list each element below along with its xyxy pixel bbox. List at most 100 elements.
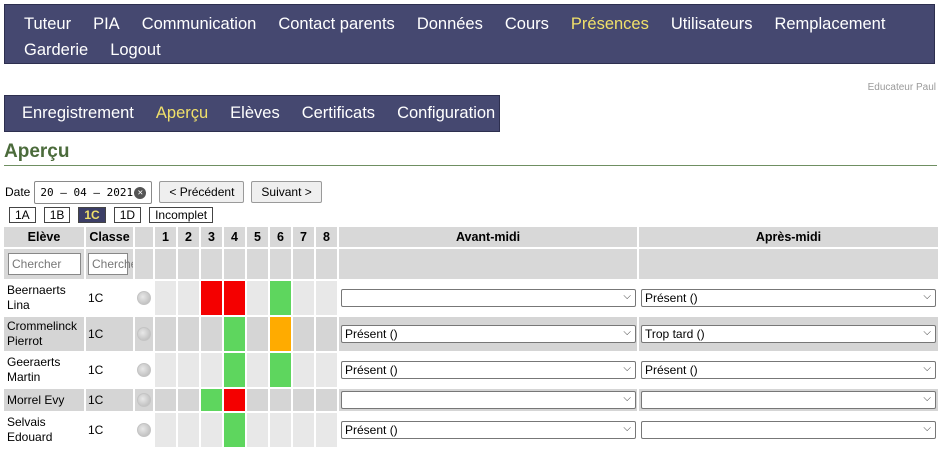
nav-item-presences[interactable]: Présences: [571, 15, 649, 34]
period-header: 4: [224, 227, 247, 249]
period-cell[interactable]: [224, 389, 247, 413]
date-input[interactable]: 20 – 04 – 2021 ✕: [34, 180, 153, 204]
nav-item-cours[interactable]: Cours: [505, 15, 549, 34]
morning-status-select[interactable]: Présent () ⌵: [341, 325, 636, 343]
period-cell[interactable]: [224, 353, 247, 389]
period-cell[interactable]: [247, 389, 270, 413]
nav-item-tuteur[interactable]: Tuteur: [24, 15, 71, 34]
afternoon-status-select[interactable]: Présent () ⌵: [641, 361, 936, 379]
period-cell[interactable]: [155, 389, 178, 413]
afternoon-status-select[interactable]: Trop tard () ⌵: [641, 325, 936, 343]
status-dot-icon[interactable]: [137, 423, 151, 437]
table-row: Beernaerts Lina 1C ⌵ Présent () ⌵: [4, 281, 940, 317]
nav-item-logout[interactable]: Logout: [110, 41, 160, 60]
chevron-down-icon: ⌵: [623, 327, 631, 338]
subnav-item-certificats[interactable]: Certificats: [302, 104, 375, 123]
nav-item-garderie[interactable]: Garderie: [24, 41, 88, 60]
period-cell[interactable]: [178, 389, 201, 413]
period-cell[interactable]: [293, 413, 316, 449]
morning-status-select[interactable]: Présent () ⌵: [341, 421, 636, 439]
clear-date-icon[interactable]: ✕: [134, 186, 147, 199]
status-cell: [135, 317, 155, 353]
subnav-item-eleves[interactable]: Elèves: [230, 104, 280, 123]
class-filter-1d[interactable]: 1D: [113, 207, 142, 223]
previous-day-button[interactable]: < Précédent: [159, 181, 245, 203]
student-name[interactable]: Crommelinck Pierrot: [4, 317, 86, 353]
class-search-input[interactable]: Chercher: [88, 253, 133, 275]
period-cell[interactable]: [316, 281, 339, 317]
period-cell[interactable]: [247, 413, 270, 449]
afternoon-status-select[interactable]: ⌵: [641, 391, 936, 409]
nav-item-donnees[interactable]: Données: [417, 15, 483, 34]
morning-cell: Présent () ⌵: [339, 413, 639, 449]
period-cell[interactable]: [293, 281, 316, 317]
subnav-item-enregistrement[interactable]: Enregistrement: [22, 104, 134, 123]
chevron-down-icon: ⌵: [923, 291, 931, 302]
afternoon-status-select[interactable]: Présent () ⌵: [641, 289, 936, 307]
chevron-down-icon: ⌵: [623, 393, 631, 404]
period-cell[interactable]: [178, 353, 201, 389]
subnav-item-configuration[interactable]: Configuration: [397, 104, 495, 123]
morning-status-select[interactable]: ⌵: [341, 391, 636, 409]
period-cell[interactable]: [316, 413, 339, 449]
nav-item-communication[interactable]: Communication: [142, 15, 257, 34]
period-cell[interactable]: [201, 413, 224, 449]
nav-item-pia[interactable]: PIA: [93, 15, 120, 34]
status-dot-icon[interactable]: [137, 363, 151, 377]
period-cell[interactable]: [270, 389, 293, 413]
period-cell[interactable]: [293, 353, 316, 389]
period-cell[interactable]: [270, 413, 293, 449]
class-column-header[interactable]: Classe: [86, 227, 135, 249]
status-dot-icon[interactable]: [137, 291, 151, 305]
student-search-input[interactable]: Chercher: [8, 253, 81, 275]
period-cell[interactable]: [155, 317, 178, 353]
period-cell[interactable]: [270, 353, 293, 389]
afternoon-status-select[interactable]: ⌵: [641, 421, 936, 439]
class-filter-incomplet[interactable]: Incomplet: [149, 207, 214, 223]
period-cell[interactable]: [155, 353, 178, 389]
period-cell[interactable]: [178, 317, 201, 353]
period-cell[interactable]: [247, 317, 270, 353]
period-cell[interactable]: [224, 317, 247, 353]
status-dot-icon[interactable]: [137, 327, 151, 341]
period-cell[interactable]: [247, 281, 270, 317]
student-name[interactable]: Selvais Edouard: [4, 413, 86, 449]
period-cell[interactable]: [224, 281, 247, 317]
period-cell[interactable]: [270, 281, 293, 317]
student-column-header[interactable]: Elève: [4, 227, 86, 249]
period-cell[interactable]: [201, 389, 224, 413]
filter-row: Chercher Chercher: [4, 249, 940, 281]
morning-status-select[interactable]: Présent () ⌵: [341, 361, 636, 379]
period-cell[interactable]: [293, 317, 316, 353]
next-day-button[interactable]: Suivant >: [251, 181, 322, 203]
class-filter-1b[interactable]: 1B: [43, 207, 71, 223]
period-cell[interactable]: [155, 413, 178, 449]
class-filter-1a[interactable]: 1A: [9, 207, 36, 223]
subnav-item-apercu[interactable]: Aperçu: [156, 104, 208, 123]
nav-item-utilisateurs[interactable]: Utilisateurs: [671, 15, 753, 34]
class-filter-1c[interactable]: 1C: [78, 207, 106, 223]
period-cell[interactable]: [316, 353, 339, 389]
period-header: 3: [201, 227, 224, 249]
period-cell[interactable]: [224, 413, 247, 449]
period-cell[interactable]: [293, 389, 316, 413]
period-cell[interactable]: [201, 353, 224, 389]
period-cell[interactable]: [201, 317, 224, 353]
period-cell[interactable]: [178, 413, 201, 449]
student-name[interactable]: Beernaerts Lina: [4, 281, 86, 317]
period-cell[interactable]: [178, 281, 201, 317]
nav-item-remplacement[interactable]: Remplacement: [774, 15, 885, 34]
table-header-row: Elève Classe 1 2 3 4 5 6 7 8 Avant-midi …: [4, 227, 940, 249]
select-value: Trop tard (): [645, 327, 705, 341]
period-cell[interactable]: [316, 389, 339, 413]
student-name[interactable]: Geeraerts Martin: [4, 353, 86, 389]
period-cell[interactable]: [316, 317, 339, 353]
period-cell[interactable]: [247, 353, 270, 389]
student-name[interactable]: Morrel Evy: [4, 389, 86, 413]
period-cell[interactable]: [201, 281, 224, 317]
period-cell[interactable]: [155, 281, 178, 317]
morning-status-select[interactable]: ⌵: [341, 289, 636, 307]
period-cell[interactable]: [270, 317, 293, 353]
status-dot-icon[interactable]: [137, 393, 151, 407]
nav-item-contact-parents[interactable]: Contact parents: [278, 15, 394, 34]
